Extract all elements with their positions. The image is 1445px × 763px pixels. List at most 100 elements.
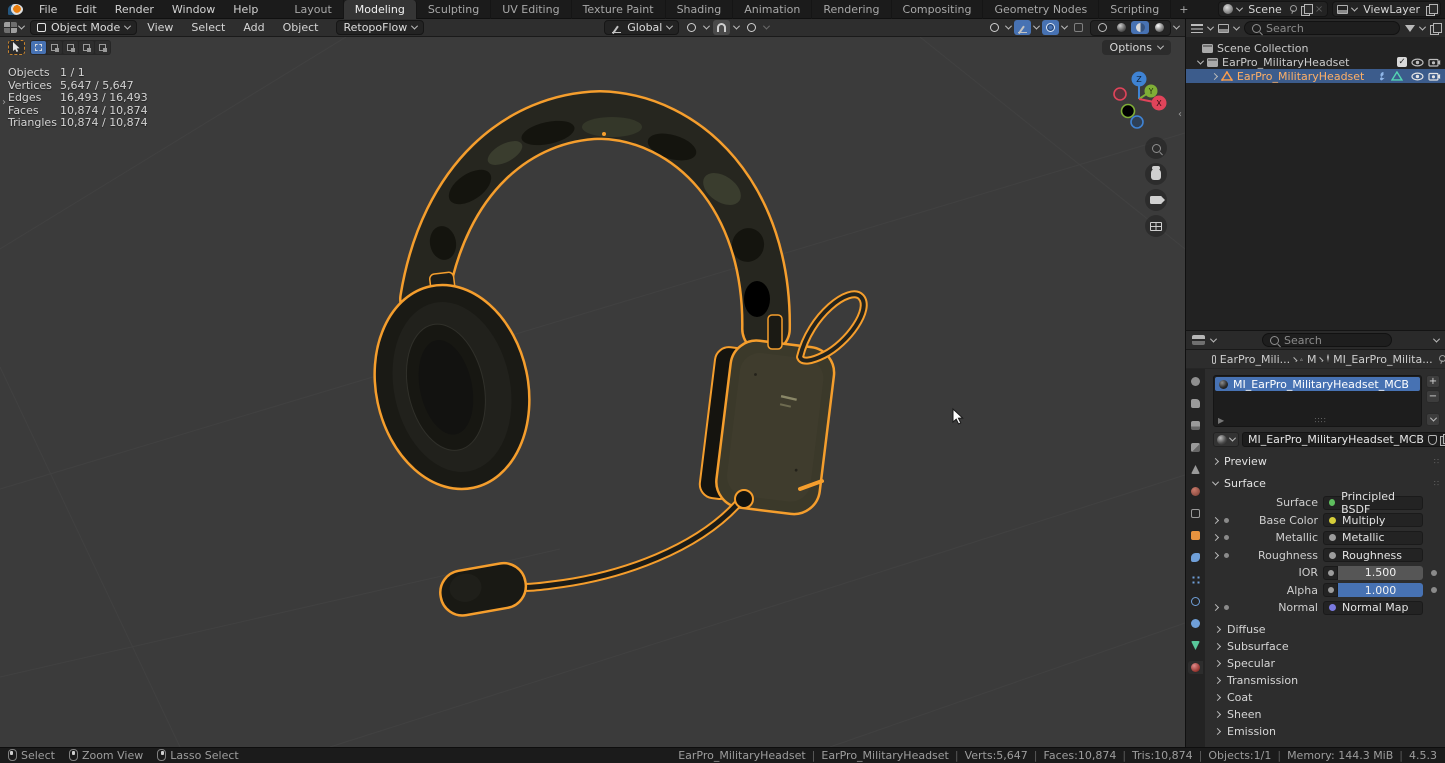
menu-edit[interactable]: Edit — [66, 0, 105, 19]
ior-slider[interactable]: 1.500 — [1338, 566, 1423, 580]
properties-search-input[interactable]: Search — [1262, 333, 1392, 347]
collection-label[interactable]: EarPro_MilitaryHeadset — [1222, 56, 1349, 69]
menu-select[interactable]: Select — [183, 21, 233, 34]
camera-visibility-icon[interactable] — [1428, 57, 1441, 67]
viewport-canvas[interactable] — [0, 37, 1185, 747]
expand-chevron-icon[interactable] — [1212, 604, 1219, 611]
decorator-dot[interactable] — [1431, 587, 1437, 593]
pan-button[interactable] — [1145, 163, 1167, 185]
material-slot-selected[interactable]: MI_EarPro_MilitaryHeadset_MCB — [1215, 377, 1420, 391]
select-mode-subtract[interactable] — [63, 41, 78, 54]
active-object-label[interactable]: EarPro_MilitaryHeadset — [1237, 70, 1364, 83]
menu-file[interactable]: File — [30, 0, 66, 19]
expand-chevron-icon[interactable] — [1211, 72, 1218, 79]
new-viewlayer-icon[interactable] — [1426, 4, 1436, 15]
toolbar-expand-arrow[interactable]: › — [2, 97, 6, 108]
tab-uv-editing[interactable]: UV Editing — [491, 0, 571, 19]
object-visibility-button[interactable] — [986, 20, 1003, 35]
panel-grip[interactable]: ∷ — [1434, 479, 1440, 488]
chevron-down-icon[interactable] — [18, 23, 25, 30]
tab-modifiers[interactable] — [1189, 551, 1203, 564]
tab-scene[interactable] — [1189, 463, 1203, 476]
sidebar-expand-arrow[interactable]: ‹ — [1178, 109, 1182, 120]
camera-visibility-icon[interactable] — [1428, 71, 1441, 81]
tab-render[interactable] — [1189, 397, 1203, 410]
new-scene-icon[interactable] — [1301, 4, 1311, 15]
breadcrumb-object[interactable]: EarPro_Mili... — [1220, 353, 1290, 366]
viewlayer-name[interactable]: ViewLayer — [1361, 3, 1422, 16]
navigation-gizmo[interactable]: Z Y X — [1107, 67, 1171, 131]
shading-wireframe-button[interactable] — [1093, 21, 1111, 34]
zoom-button[interactable] — [1145, 137, 1167, 159]
expand-chevron-icon[interactable] — [1212, 534, 1219, 541]
xray-toggle[interactable] — [1070, 20, 1087, 35]
normal-field[interactable]: Normal Map — [1323, 601, 1423, 615]
tab-output[interactable] — [1189, 419, 1203, 432]
select-mode-set[interactable] — [31, 41, 46, 54]
tab-shading[interactable]: Shading — [666, 0, 734, 19]
tab-world[interactable] — [1189, 485, 1203, 498]
tab-physics[interactable] — [1189, 595, 1203, 608]
collection-checkbox[interactable]: ✓ — [1397, 57, 1407, 67]
menu-add[interactable]: Add — [235, 21, 272, 34]
material-name-field[interactable]: MI_EarPro_MilitaryHeadset_MCB × — [1242, 432, 1445, 447]
pivot-point-button[interactable] — [683, 20, 700, 35]
panel-grip[interactable]: ∷ — [1434, 457, 1440, 466]
breadcrumb-mesh[interactable]: M — [1307, 353, 1317, 366]
slot-specials-button[interactable] — [1426, 413, 1440, 426]
3d-viewport[interactable]: Options Objects1 / 1 Vertices5,647 / 5,6… — [0, 37, 1185, 747]
shading-rendered-button[interactable] — [1150, 21, 1168, 34]
expand-chevron-icon[interactable] — [1197, 57, 1204, 64]
scene-selector[interactable]: Scene × — [1218, 1, 1328, 17]
tab-geometry-nodes[interactable]: Geometry Nodes — [983, 0, 1099, 19]
outliner-row-scene-collection[interactable]: Scene Collection — [1186, 41, 1445, 55]
tab-layout[interactable]: Layout — [283, 0, 343, 19]
retopoflow-menu[interactable]: RetopoFlow — [336, 20, 424, 35]
tab-rendering[interactable]: Rendering — [812, 0, 891, 19]
display-mode-icon[interactable] — [1218, 24, 1229, 33]
panel-preview[interactable]: Preview ∷ — [1213, 453, 1440, 469]
pin-icon[interactable] — [1288, 5, 1297, 14]
tab-texture-paint[interactable]: Texture Paint — [572, 0, 666, 19]
gizmo-axis-y-neg[interactable] — [1122, 105, 1135, 118]
menu-object[interactable]: Object — [275, 21, 327, 34]
chevron-down-icon[interactable] — [1233, 23, 1240, 30]
menu-window[interactable]: Window — [163, 0, 224, 19]
show-overlays-toggle[interactable] — [1042, 20, 1059, 35]
chevron-down-icon[interactable] — [733, 23, 740, 30]
ior-socket-button[interactable] — [1323, 566, 1338, 580]
slot-expand-icon[interactable]: ▶ — [1218, 416, 1224, 425]
chevron-down-icon[interactable] — [1005, 23, 1012, 30]
outliner-row-active-object[interactable]: EarPro_MilitaryHeadset — [1186, 69, 1445, 83]
menu-render[interactable]: Render — [106, 0, 163, 19]
eye-icon[interactable] — [1411, 71, 1424, 82]
perspective-toggle-button[interactable] — [1145, 215, 1167, 237]
tab-tool[interactable] — [1189, 375, 1203, 388]
tab-material[interactable] — [1189, 661, 1203, 674]
outliner-row-collection[interactable]: EarPro_MilitaryHeadset ✓ — [1186, 55, 1445, 69]
base-color-field[interactable]: Multiply — [1323, 513, 1423, 527]
panel-emission[interactable]: Emission — [1213, 723, 1440, 740]
select-mode-invert[interactable] — [79, 41, 94, 54]
camera-view-button[interactable] — [1145, 189, 1167, 211]
panel-specular[interactable]: Specular — [1213, 655, 1440, 672]
fake-user-shield-icon[interactable] — [1428, 435, 1437, 445]
surface-shader-field[interactable]: Principled BSDF — [1323, 496, 1423, 510]
tab-collection[interactable] — [1189, 507, 1203, 520]
eye-icon[interactable] — [1411, 57, 1424, 68]
chevron-down-icon[interactable] — [703, 23, 710, 30]
roughness-field[interactable]: Roughness — [1323, 548, 1423, 562]
panel-surface[interactable]: Surface ∷ — [1213, 475, 1440, 491]
panel-transmission[interactable]: Transmission — [1213, 672, 1440, 689]
add-workspace-button[interactable]: + — [1171, 3, 1196, 16]
new-collection-icon[interactable] — [1430, 23, 1440, 34]
add-slot-button[interactable]: + — [1426, 375, 1440, 388]
filter-icon[interactable] — [1405, 25, 1415, 32]
panel-diffuse[interactable]: Diffuse — [1213, 621, 1440, 638]
decorator-dot[interactable] — [1431, 570, 1437, 576]
chevron-down-icon[interactable] — [1210, 335, 1217, 342]
shading-solid-button[interactable] — [1112, 21, 1130, 34]
tab-sculpting[interactable]: Sculpting — [417, 0, 491, 19]
tab-compositing[interactable]: Compositing — [892, 0, 984, 19]
list-resize-grip[interactable]: ∷∷ — [1314, 416, 1326, 425]
